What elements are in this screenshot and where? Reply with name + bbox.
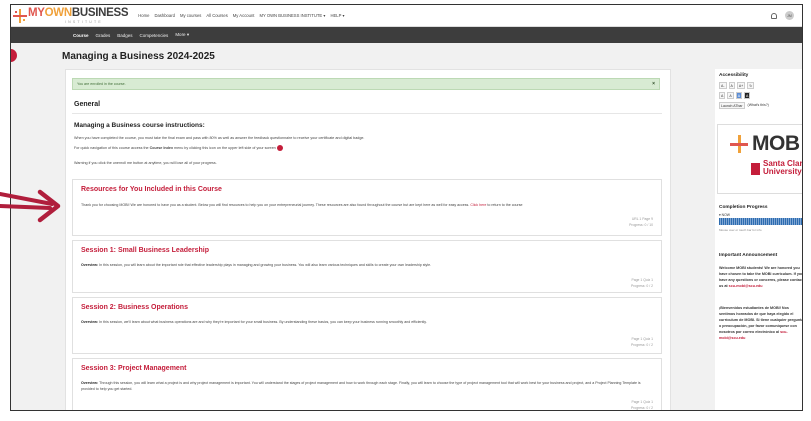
scheme-yellow-button[interactable]: A bbox=[727, 92, 734, 99]
section-activity-summary: Page 1 Quiz 1 Progress: 0 / 2 bbox=[630, 278, 653, 288]
announcement-block: Important Announcement Welcome MOBI stud… bbox=[715, 249, 803, 410]
completion-progress-bar[interactable] bbox=[719, 218, 802, 225]
tab-more[interactable]: More ▾ bbox=[175, 32, 189, 38]
brand-tagline: INSTITUTE bbox=[65, 19, 103, 24]
course-index-drawer-toggle[interactable] bbox=[11, 49, 17, 62]
instructions-title: Managing a Business course instructions: bbox=[74, 122, 205, 129]
scheme-dark-button[interactable]: A bbox=[744, 92, 751, 99]
mobi-scu-logo: MOB Santa Clar University bbox=[717, 124, 803, 194]
announcement-spanish: ¡Bienvenidos estudiantes de MOBI! Nos se… bbox=[719, 306, 803, 340]
progress-caption: Mouse over or touch bar for info bbox=[719, 228, 762, 232]
section-title-link[interactable]: Session 3: Project Management bbox=[81, 365, 186, 372]
increase-text-button[interactable]: A+ bbox=[736, 82, 746, 89]
section-description: Overview: In this session, you will lear… bbox=[81, 263, 432, 267]
completion-progress-block: Completion Progress ▾ NOW Mouse over or … bbox=[715, 199, 802, 246]
scheme-blue-button[interactable]: A bbox=[735, 92, 743, 99]
notice-text: You are enrolled in the course. bbox=[77, 82, 126, 86]
logo-starburst-icon bbox=[730, 135, 748, 153]
annotation-arrow-icon bbox=[0, 189, 61, 223]
color-scheme-controls: A A A A bbox=[719, 92, 751, 99]
section-session-3: Session 3: Project Management Overview: … bbox=[72, 358, 662, 410]
logo-mob-text: MOB bbox=[752, 132, 800, 155]
instructions-paragraph-3: Warning if you click the unenroll me but… bbox=[74, 161, 217, 165]
text-size-controls: A- A A+ ↻ bbox=[719, 82, 755, 89]
browser-frame: MYOWNBUSINESS INSTITUTE Home Dashboard M… bbox=[10, 4, 803, 411]
nav-my-account[interactable]: My Account bbox=[233, 13, 255, 18]
section-title-link[interactable]: Session 1: Small Business Leadership bbox=[81, 247, 209, 254]
return-to-course-link[interactable]: Click here bbox=[470, 203, 486, 207]
page-title: Managing a Business 2024-2025 bbox=[62, 51, 215, 62]
section-activity-summary: Page 1 Quiz 1 Progress: 0 / 2 bbox=[630, 400, 653, 410]
block-title: Completion Progress bbox=[719, 205, 768, 210]
user-tools: JM bbox=[771, 11, 794, 20]
course-secondary-nav: Course Grades Badges Competencies More ▾ bbox=[11, 27, 802, 43]
tab-badges[interactable]: Badges bbox=[117, 33, 132, 38]
section-description: Overview: In this session, we'll learn a… bbox=[81, 320, 427, 324]
nav-my-courses[interactable]: My courses bbox=[180, 13, 201, 18]
brand-name: MYOWNBUSINESS bbox=[28, 6, 129, 19]
section-session-2: Session 2: Business Operations Overview:… bbox=[72, 297, 662, 354]
instructions-paragraph-2: For quick navigation of this course acce… bbox=[74, 145, 283, 151]
scu-mission-icon bbox=[751, 163, 760, 175]
top-navbar: MYOWNBUSINESS INSTITUTE Home Dashboard M… bbox=[11, 5, 802, 27]
launch-atbar-button[interactable]: Launch ATbar bbox=[719, 102, 745, 109]
logo-starburst-icon bbox=[13, 8, 27, 23]
primary-nav: Home Dashboard My courses All Courses My… bbox=[138, 13, 344, 18]
nav-help-menu[interactable]: HELP ▾ bbox=[330, 13, 344, 18]
block-title: Accessibility bbox=[719, 73, 749, 78]
user-avatar[interactable]: JM bbox=[785, 11, 794, 20]
section-resources: Resources for You Included in this Cours… bbox=[72, 179, 662, 236]
decrease-text-button[interactable]: A- bbox=[719, 82, 727, 89]
brand-logo[interactable]: MYOWNBUSINESS INSTITUTE bbox=[13, 6, 129, 25]
section-heading-general: General bbox=[74, 101, 101, 108]
section-description: Thank you for choosing MOBI! We are hono… bbox=[81, 203, 523, 207]
section-description: Overview: Through this session, you will… bbox=[81, 381, 641, 391]
logo-scu-text: Santa Clar University bbox=[763, 159, 803, 176]
section-activity-summary: URL 1 Page 9 Progress: 0 / 10 bbox=[629, 217, 653, 227]
progress-now-label: ▾ NOW bbox=[719, 213, 730, 217]
announcement-english: Welcome MOBI students! We are honored yo… bbox=[719, 266, 803, 288]
institute-logo-block: MOB Santa Clar University bbox=[715, 124, 803, 196]
reset-text-button[interactable]: A bbox=[728, 82, 735, 89]
nav-dashboard[interactable]: Dashboard bbox=[154, 13, 175, 18]
atbar-controls: Launch ATbar (What's this?) bbox=[719, 102, 770, 109]
contact-email-link[interactable]: scu-mobi@scu.edu bbox=[729, 284, 763, 288]
section-session-1: Session 1: Small Business Leadership Ove… bbox=[72, 240, 662, 293]
tab-course[interactable]: Course bbox=[73, 33, 89, 38]
nav-home[interactable]: Home bbox=[138, 13, 149, 18]
section-title-link[interactable]: Session 2: Business Operations bbox=[81, 304, 188, 311]
nav-institute-menu[interactable]: MY OWN BUSINESS INSTITUTE ▾ bbox=[259, 13, 325, 18]
tab-competencies[interactable]: Competencies bbox=[140, 33, 169, 38]
save-settings-icon[interactable]: ↻ bbox=[747, 82, 755, 89]
course-index-icon bbox=[276, 145, 283, 151]
tab-grades[interactable]: Grades bbox=[96, 33, 111, 38]
course-content: You are enrolled in the course. × Genera… bbox=[65, 69, 671, 410]
close-icon[interactable]: × bbox=[652, 82, 655, 87]
section-activity-summary: Page 1 Quiz 1 Progress: 0 / 2 bbox=[630, 337, 653, 347]
whats-this-link[interactable]: (What's this?) bbox=[747, 102, 770, 109]
divider bbox=[72, 113, 662, 114]
enrolment-notice: You are enrolled in the course. × bbox=[72, 78, 660, 90]
scheme-default-button[interactable]: A bbox=[719, 92, 726, 99]
instructions-paragraph-1: When you have completed the course, you … bbox=[74, 136, 365, 140]
block-title: Important Announcement bbox=[719, 253, 778, 258]
notification-bell-icon[interactable] bbox=[771, 12, 777, 19]
right-sidebar: Accessibility A- A A+ ↻ A A A A Launch A… bbox=[715, 69, 803, 410]
section-title-link[interactable]: Resources for You Included in this Cours… bbox=[81, 186, 222, 193]
accessibility-block: Accessibility A- A A+ ↻ A A A A Launch A… bbox=[715, 69, 802, 119]
nav-all-courses[interactable]: All Courses bbox=[206, 13, 227, 18]
